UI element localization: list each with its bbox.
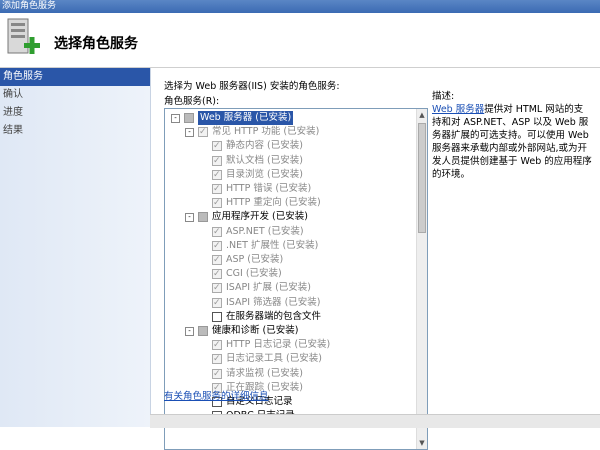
tree-item[interactable]: 在服务器端的包含文件 (165, 310, 415, 324)
tree-checkbox[interactable] (212, 296, 222, 310)
tree-item[interactable]: ISAPI 扩展 (已安装) (165, 281, 415, 295)
tree-item[interactable]: .NET 扩展性 (已安装) (165, 239, 415, 253)
tree-item[interactable]: HTTP 日志记录 (已安装) (165, 338, 415, 352)
tree-item-label: 在服务器端的包含文件 (226, 310, 322, 322)
tree-item-label: 应用程序开发 (已安装) (212, 211, 308, 223)
tree-item[interactable]: 静态内容 (已安装) (165, 139, 415, 153)
tree-scrollbar[interactable]: ▲ ▼ (416, 109, 427, 449)
tree-item-label: ISAPI 筛选器 (已安装) (226, 296, 321, 308)
scroll-down-icon[interactable]: ▼ (417, 437, 427, 449)
tree-item[interactable]: - 健康和诊断 (已安装) (165, 324, 415, 338)
tree-item-label: .NET 扩展性 (已安装) (226, 239, 319, 251)
tree-checkbox[interactable] (198, 125, 208, 139)
main-panel: 选择为 Web 服务器(IIS) 安装的角色服务: 角色服务(R): - Web … (150, 68, 600, 450)
tree-item[interactable]: 请求监视 (已安装) (165, 367, 415, 381)
tree-item[interactable]: 默认文档 (已安装) (165, 154, 415, 168)
tree-item-label: 静态内容 (已安装) (226, 140, 303, 152)
collapse-icon[interactable]: - (171, 114, 180, 123)
wizard-nav: 角色服务 确认 进度 结果 (0, 68, 151, 427)
window-title-bar: 添加角色服务 (0, 0, 600, 13)
nav-item-progress[interactable]: 进度 (0, 104, 150, 122)
tree-checkbox[interactable] (184, 113, 194, 123)
tree-item-label: HTTP 日志记录 (已安装) (226, 339, 331, 351)
tree-item[interactable]: ASP.NET (已安装) (165, 225, 415, 239)
role-services-info-link[interactable]: 有关角色服务的详细信息 (164, 388, 269, 402)
tree-checkbox[interactable] (212, 267, 222, 281)
role-services-label: 角色服务(R): (164, 96, 220, 107)
scroll-up-icon[interactable]: ▲ (417, 109, 427, 121)
tree-checkbox[interactable] (212, 338, 222, 352)
tree-checkbox[interactable] (212, 239, 222, 253)
tree-item-label: CGI (已安装) (226, 268, 282, 280)
tree-item[interactable]: ASP (已安装) (165, 253, 415, 267)
tree-checkbox[interactable] (212, 367, 222, 381)
tree-item-label: Web 服务器 (已安装) (198, 111, 294, 125)
tree-item[interactable]: - 应用程序开发 (已安装) (165, 210, 415, 224)
button-bar (150, 414, 600, 428)
tree-item[interactable]: 日志记录工具 (已安装) (165, 352, 415, 366)
tree-item[interactable]: - 常见 HTTP 功能 (已安装) (165, 125, 415, 139)
page-title: 选择角色服务 (54, 36, 138, 52)
tree-checkbox[interactable] (212, 352, 222, 366)
nav-item-results[interactable]: 结果 (0, 122, 150, 140)
tree-item-label: ISAPI 扩展 (已安装) (226, 282, 311, 294)
tree-item-label: HTTP 重定向 (已安装) (226, 197, 321, 209)
tree-checkbox[interactable] (212, 182, 222, 196)
tree-checkbox[interactable] (212, 139, 222, 153)
tree-item-label: 健康和诊断 (已安装) (212, 325, 299, 336)
tree-checkbox[interactable] (198, 212, 208, 223)
description-heading: 描述: (432, 91, 455, 102)
tree-checkbox[interactable] (212, 196, 222, 210)
tree-item-label: 目录浏览 (已安装) (226, 168, 303, 180)
scroll-thumb[interactable] (418, 123, 426, 233)
tree-checkbox[interactable] (212, 168, 222, 182)
collapse-icon[interactable]: - (185, 213, 194, 223)
tree-item-label: ASP (已安装) (226, 254, 284, 265)
web-server-link[interactable]: Web 服务器 (432, 104, 484, 115)
tree-item-label: 日志记录工具 (已安装) (226, 353, 322, 365)
tree-item[interactable]: HTTP 错误 (已安装) (165, 182, 415, 196)
server-add-icon (7, 18, 40, 54)
window-title: 添加角色服务 (2, 1, 57, 11)
tree-item-label: HTTP 错误 (已安装) (226, 183, 312, 194)
tree-item[interactable]: CGI (已安装) (165, 267, 415, 281)
instruction-text: 选择为 Web 服务器(IIS) 安装的角色服务: (164, 81, 340, 92)
tree-item-label: 常见 HTTP 功能 (已安装) (212, 126, 320, 138)
tree-item-label: ASP.NET (已安装) (226, 225, 304, 237)
tree-checkbox[interactable] (212, 311, 222, 322)
tree-item[interactable]: - Web 服务器 (已安装) (165, 111, 415, 125)
tree-item[interactable]: ISAPI 筛选器 (已安装) (165, 296, 415, 310)
wizard-header: 选择角色服务 (0, 13, 600, 68)
tree-checkbox[interactable] (212, 225, 222, 239)
tree-item[interactable]: HTTP 重定向 (已安装) (165, 196, 415, 210)
nav-item-confirm[interactable]: 确认 (0, 86, 150, 104)
tree-item[interactable]: 目录浏览 (已安装) (165, 168, 415, 182)
tree-checkbox[interactable] (212, 253, 222, 267)
nav-item-role-services[interactable]: 角色服务 (0, 68, 150, 86)
tree-item-label: 默认文档 (已安装) (226, 154, 303, 166)
tree-checkbox[interactable] (212, 154, 222, 168)
collapse-icon[interactable]: - (185, 128, 194, 138)
collapse-icon[interactable]: - (185, 327, 194, 336)
tree-checkbox[interactable] (198, 326, 208, 336)
description-text: 提供对 HTML 网站的支持和对 ASP.NET、ASP 以及 Web 服务器扩… (432, 104, 592, 180)
description-panel: 描述: Web 服务器提供对 HTML 网站的支持和对 ASP.NET、ASP … (432, 90, 592, 181)
tree-item-label: 请求监视 (已安装) (226, 367, 303, 379)
tree-checkbox[interactable] (212, 281, 222, 295)
